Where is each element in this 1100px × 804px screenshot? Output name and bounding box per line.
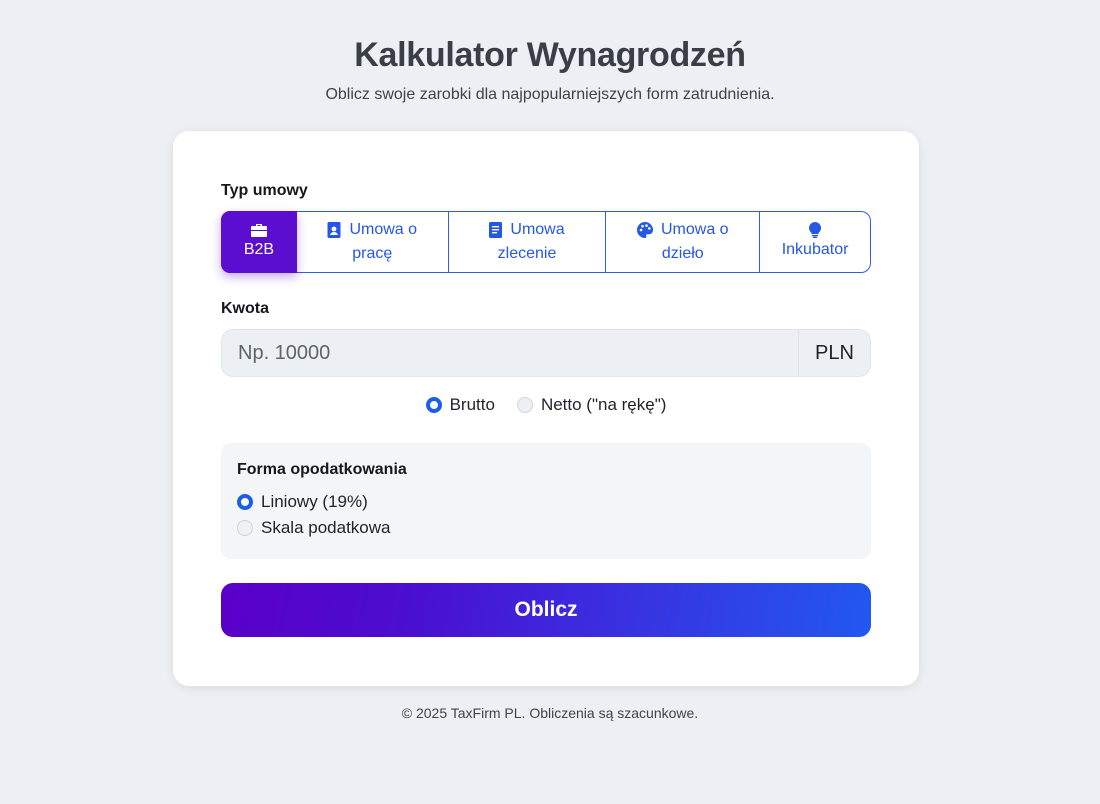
radio-label: Liniowy (19%)	[261, 492, 368, 511]
gross-net-radio-group: Brutto Netto ("na rękę")	[173, 395, 919, 415]
footer-text: © 2025 TaxFirm PL. Obliczenia są szacunk…	[401, 705, 699, 721]
amount-label: Kwota	[221, 300, 269, 317]
contract-type-tabs: B2B Umowa o pracę Umowa zlecenie Umowa o…	[221, 211, 871, 273]
tab-label-line2: dzieło	[661, 245, 704, 262]
tab-label: Inkubator	[781, 241, 849, 258]
tab-label: B2B	[243, 241, 275, 258]
tab-umowa-o-dzielo[interactable]: Umowa o dzieło	[606, 212, 761, 272]
radio-selected-icon	[237, 494, 253, 510]
amount-field: PLN	[221, 329, 871, 377]
tax-form-label: Forma opodatkowania	[237, 461, 407, 478]
tab-label-line1: Umowa o	[349, 221, 418, 238]
radio-brutto[interactable]: Brutto	[425, 395, 495, 415]
page-subtitle: Oblicz swoje zarobki dla najpopularniejs…	[325, 86, 775, 103]
page-title: Kalkulator Wynagrodzeń	[354, 36, 746, 74]
briefcase-icon	[250, 222, 268, 238]
radio-unselected-icon	[516, 397, 533, 413]
radio-label: Skala podatkowa	[261, 518, 391, 537]
contract-type-label: Typ umowy	[221, 182, 308, 199]
radio-liniowy[interactable]: Liniowy (19%)	[237, 492, 368, 512]
radio-netto[interactable]: Netto ("na rękę")	[516, 395, 667, 415]
id-badge-icon	[327, 222, 341, 238]
document-icon	[489, 222, 503, 238]
radio-label: Netto ("na rękę")	[540, 395, 667, 414]
amount-input[interactable]	[222, 330, 798, 376]
radio-label: Brutto	[449, 395, 495, 414]
tax-form-panel: Forma opodatkowania Liniowy (19%) Skala …	[221, 443, 871, 559]
currency-label: PLN	[798, 330, 870, 376]
tab-label-line2: zlecenie	[497, 245, 557, 262]
radio-selected-icon	[425, 397, 442, 413]
tab-b2b[interactable]: B2B	[221, 211, 297, 273]
tab-label-line2: pracę	[352, 245, 393, 262]
radio-unselected-icon	[237, 520, 253, 536]
palette-icon	[637, 222, 653, 238]
tab-label-line1: Umowa o	[660, 221, 729, 238]
lightbulb-icon	[809, 222, 822, 238]
tab-inkubator[interactable]: Inkubator	[760, 212, 870, 272]
calculate-button[interactable]: Oblicz	[221, 583, 871, 637]
tab-umowa-zlecenie[interactable]: Umowa zlecenie	[449, 212, 607, 272]
tab-label-line1: Umowa	[510, 221, 565, 238]
tab-umowa-o-prace[interactable]: Umowa o pracę	[297, 212, 449, 272]
calculator-card: Typ umowy B2B Umowa o pracę Umowa zlecen…	[173, 131, 919, 686]
radio-skala[interactable]: Skala podatkowa	[237, 518, 390, 538]
